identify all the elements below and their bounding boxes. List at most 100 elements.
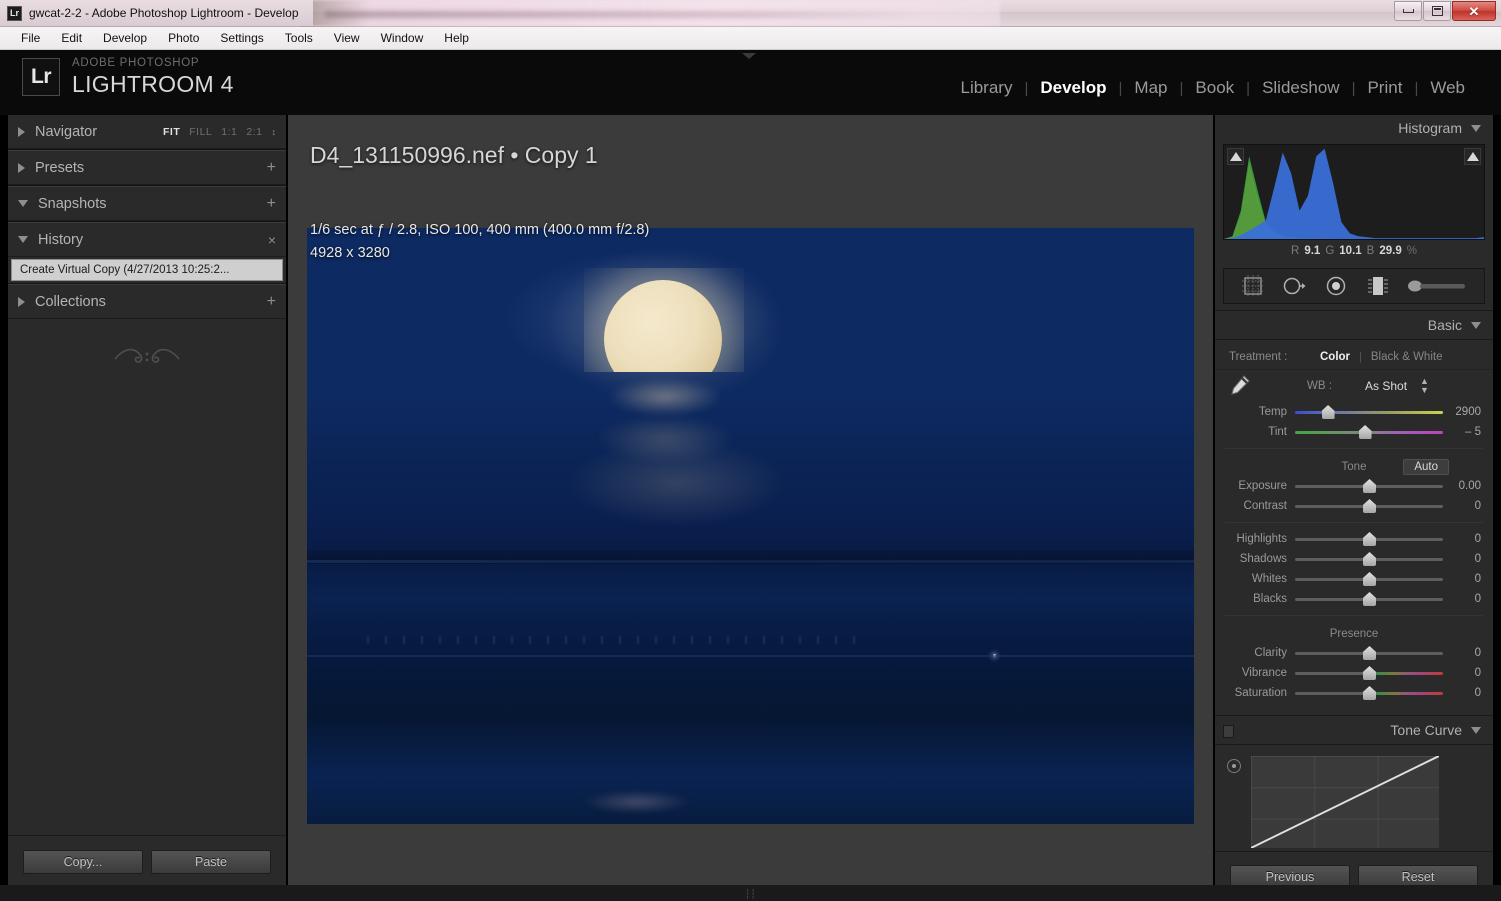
tone-curve-graph[interactable]	[1250, 755, 1440, 849]
whites-value[interactable]: 0	[1443, 573, 1481, 585]
exposure-track[interactable]	[1295, 479, 1443, 493]
whites-track[interactable]	[1295, 572, 1443, 586]
module-book[interactable]: Book	[1183, 78, 1246, 98]
slider-clarity[interactable]: Clarity 0	[1215, 643, 1493, 663]
contrast-track[interactable]	[1295, 499, 1443, 513]
menu-settings[interactable]: Settings	[211, 29, 272, 47]
resize-grip-icon[interactable]: ┆┆	[745, 889, 756, 900]
close-button[interactable]: ✕	[1452, 1, 1496, 21]
menu-develop[interactable]: Develop	[94, 29, 156, 47]
slider-contrast[interactable]: Contrast 0	[1215, 496, 1493, 516]
paste-button[interactable]: Paste	[151, 849, 271, 874]
blacks-value[interactable]: 0	[1443, 593, 1481, 605]
top-panel-toggle[interactable]	[742, 53, 760, 60]
zoom-fit[interactable]: FIT	[163, 126, 180, 138]
menu-tools[interactable]: Tools	[276, 29, 322, 47]
treatment-black-white[interactable]: Black & White	[1362, 351, 1452, 363]
shadow-clipping-indicator[interactable]	[1227, 148, 1244, 165]
saturation-track[interactable]	[1295, 686, 1443, 700]
exposure-value[interactable]: 0.00	[1443, 480, 1481, 492]
tone-curve-toggle-icon[interactable]	[1223, 725, 1234, 738]
highlight-clipping-indicator[interactable]	[1464, 148, 1481, 165]
saturation-value[interactable]: 0	[1443, 687, 1481, 699]
white-balance-selector-icon[interactable]	[1225, 372, 1253, 400]
left-panel-gutter[interactable]	[0, 115, 8, 901]
graduated-filter-tool-icon[interactable]	[1365, 273, 1391, 299]
menu-help[interactable]: Help	[435, 29, 478, 47]
panel-histogram-header[interactable]: Histogram	[1215, 115, 1493, 141]
module-develop[interactable]: Develop	[1028, 78, 1118, 98]
slider-tint[interactable]: Tint – 5	[1215, 422, 1493, 442]
slider-exposure[interactable]: Exposure 0.00	[1215, 476, 1493, 496]
saturation-knob[interactable]	[1363, 686, 1376, 700]
zoom-stepper-icon[interactable]: ↕	[272, 127, 277, 136]
histogram-chart[interactable]	[1223, 144, 1485, 240]
vibrance-knob[interactable]	[1363, 666, 1376, 680]
panel-presets[interactable]: Presets +	[8, 151, 286, 185]
whites-knob[interactable]	[1363, 572, 1376, 586]
shadows-knob[interactable]	[1363, 552, 1376, 566]
contrast-value[interactable]: 0	[1443, 500, 1481, 512]
minimize-button[interactable]	[1394, 1, 1422, 21]
temp-value[interactable]: 2900	[1443, 406, 1481, 418]
copy-button[interactable]: Copy...	[23, 849, 143, 874]
crop-overlay-tool-icon[interactable]	[1240, 273, 1266, 299]
menu-edit[interactable]: Edit	[52, 29, 91, 47]
panel-basic-header[interactable]: Basic	[1215, 310, 1493, 340]
zoom-1-1[interactable]: 1:1	[221, 126, 237, 138]
shadows-track[interactable]	[1295, 552, 1443, 566]
adjustment-brush-tool-icon[interactable]	[1406, 273, 1468, 299]
temp-knob[interactable]	[1321, 405, 1335, 419]
add-preset-icon[interactable]: +	[267, 159, 276, 176]
menu-file[interactable]: File	[12, 29, 49, 47]
add-snapshot-icon[interactable]: +	[267, 195, 276, 212]
right-panel-gutter[interactable]	[1493, 115, 1501, 901]
tint-track[interactable]	[1295, 425, 1443, 439]
history-list-item[interactable]: Create Virtual Copy (4/27/2013 10:25:2..…	[11, 259, 283, 281]
module-print[interactable]: Print	[1355, 78, 1414, 98]
slider-whites[interactable]: Whites 0	[1215, 569, 1493, 589]
panel-tone-curve-header[interactable]: Tone Curve	[1215, 715, 1493, 745]
loupe-view[interactable]: D4_131150996.nef • Copy 1 1/6 sec at ƒ /…	[288, 115, 1213, 885]
module-map[interactable]: Map	[1122, 78, 1179, 98]
menu-view[interactable]: View	[325, 29, 369, 47]
zoom-fill[interactable]: FILL	[189, 126, 212, 138]
auto-tone-button[interactable]: Auto	[1403, 459, 1449, 475]
slider-vibrance[interactable]: Vibrance 0	[1215, 663, 1493, 683]
maximize-button[interactable]	[1423, 1, 1451, 21]
blacks-knob[interactable]	[1363, 592, 1376, 606]
module-library[interactable]: Library	[949, 78, 1025, 98]
vibrance-track[interactable]	[1295, 666, 1443, 680]
clear-history-icon[interactable]: ×	[268, 233, 276, 247]
slider-blacks[interactable]: Blacks 0	[1215, 589, 1493, 609]
menu-photo[interactable]: Photo	[159, 29, 208, 47]
vibrance-value[interactable]: 0	[1443, 667, 1481, 679]
highlights-knob[interactable]	[1363, 532, 1376, 546]
exposure-knob[interactable]	[1363, 479, 1376, 493]
photo-preview[interactable]	[307, 228, 1194, 824]
slider-temp[interactable]: Temp 2900	[1215, 402, 1493, 422]
highlights-value[interactable]: 0	[1443, 533, 1481, 545]
tint-value[interactable]: – 5	[1443, 426, 1481, 438]
slider-shadows[interactable]: Shadows 0	[1215, 549, 1493, 569]
treatment-color[interactable]: Color	[1311, 351, 1359, 363]
module-web[interactable]: Web	[1418, 78, 1477, 98]
zoom-2-1[interactable]: 2:1	[246, 126, 262, 138]
contrast-knob[interactable]	[1363, 499, 1376, 513]
wb-stepper-icon[interactable]: ▲ ▼	[1420, 377, 1429, 395]
panel-snapshots[interactable]: Snapshots +	[8, 187, 286, 221]
slider-highlights[interactable]: Highlights 0	[1215, 529, 1493, 549]
slider-saturation[interactable]: Saturation 0	[1215, 683, 1493, 703]
panel-history[interactable]: History ×	[8, 223, 286, 257]
blacks-track[interactable]	[1295, 592, 1443, 606]
panel-navigator[interactable]: Navigator FIT FILL 1:1 2:1 ↕	[8, 115, 286, 149]
targeted-adjustment-icon[interactable]	[1227, 759, 1241, 773]
tint-knob[interactable]	[1358, 425, 1372, 439]
clarity-track[interactable]	[1295, 646, 1443, 660]
clarity-value[interactable]: 0	[1443, 647, 1481, 659]
menu-window[interactable]: Window	[372, 29, 433, 47]
wb-value[interactable]: As Shot	[1365, 379, 1407, 393]
shadows-value[interactable]: 0	[1443, 553, 1481, 565]
clarity-knob[interactable]	[1363, 646, 1376, 660]
highlights-track[interactable]	[1295, 532, 1443, 546]
